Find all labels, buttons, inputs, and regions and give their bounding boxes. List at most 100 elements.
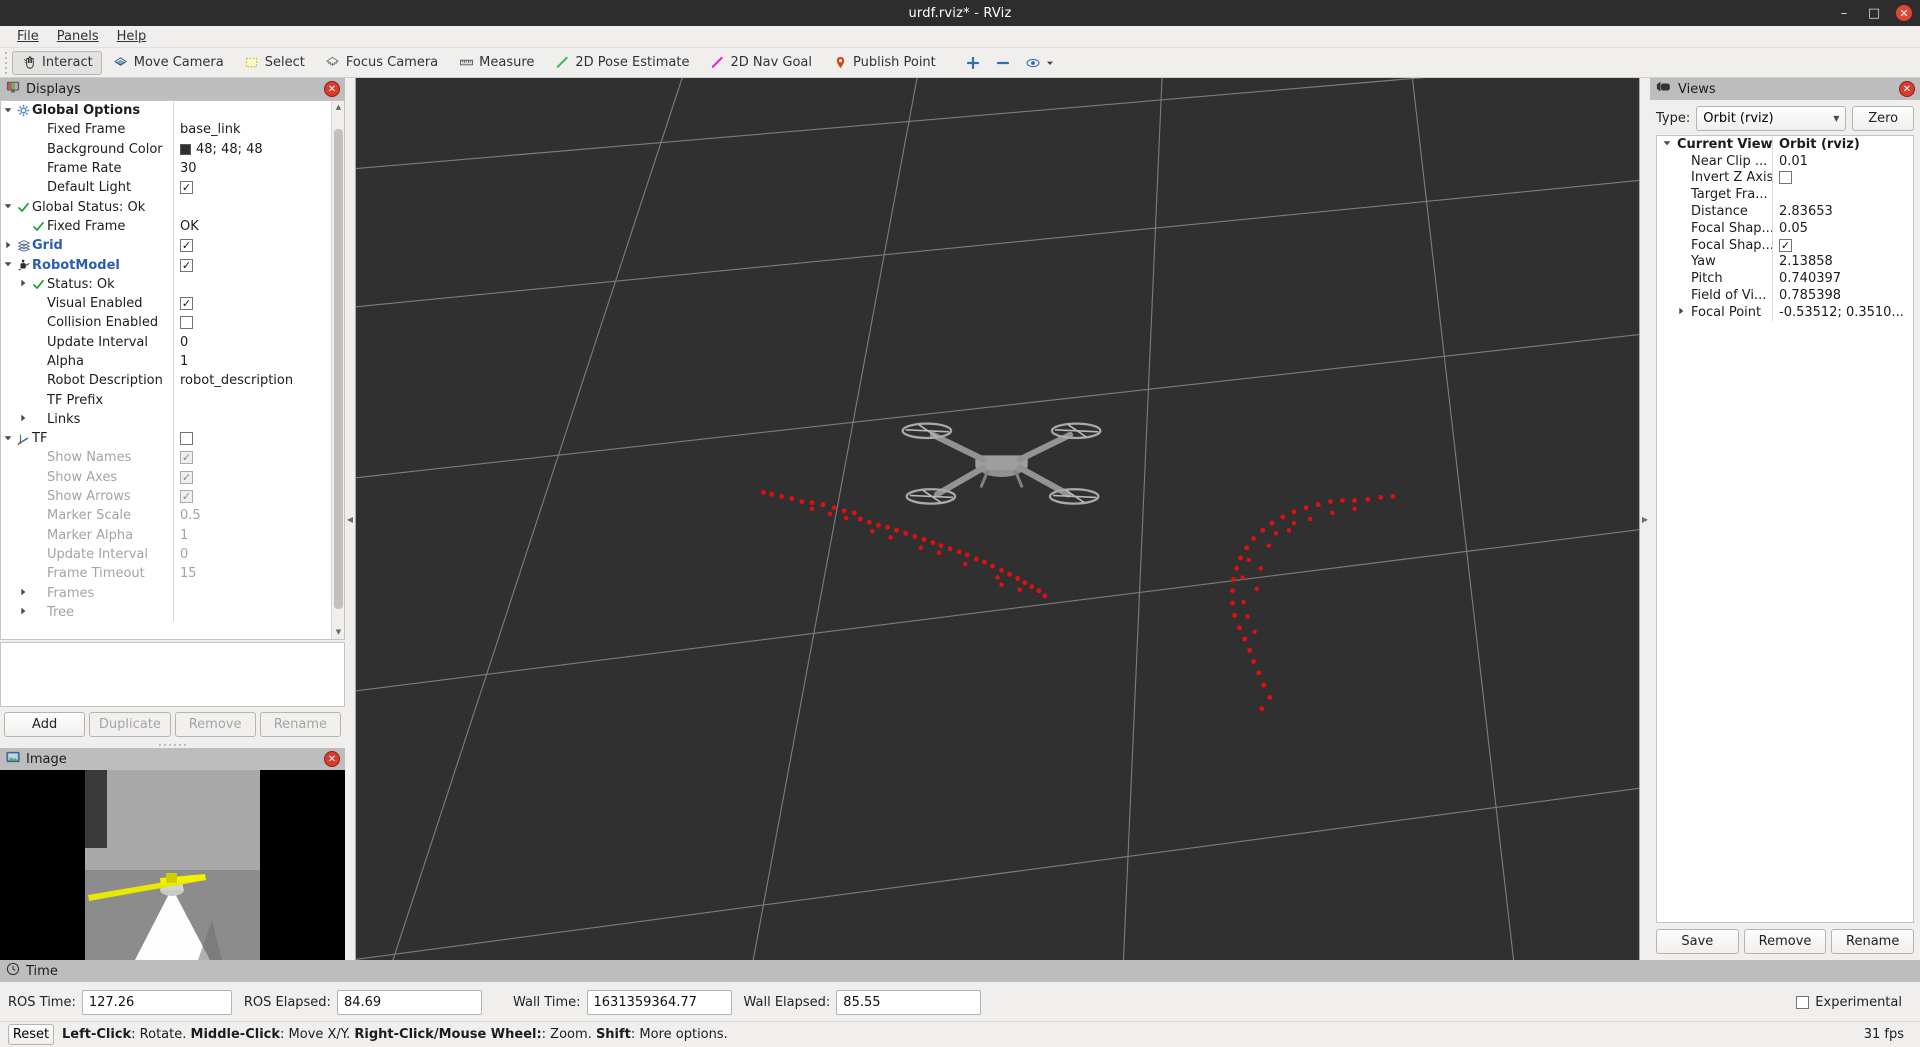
display-row[interactable]: Frame Rate 30	[1, 158, 331, 179]
display-row-value[interactable]: ✓	[173, 293, 331, 314]
color-swatch[interactable]	[180, 143, 191, 155]
view-property-value[interactable]: 0.05	[1772, 219, 1913, 237]
maximize-icon[interactable]: □	[1866, 5, 1882, 21]
save-view-button[interactable]: Save	[1656, 929, 1739, 954]
experimental-toggle[interactable]: Experimental	[1796, 995, 1912, 1010]
display-row[interactable]: Marker Alpha 1	[1, 525, 331, 545]
wall-time-input[interactable]: 1631359364.77	[586, 990, 732, 1015]
row-checkbox[interactable]: ✓	[180, 451, 193, 465]
tool-select[interactable]: Select	[235, 51, 314, 75]
display-row-value[interactable]	[173, 274, 331, 294]
view-property-value[interactable]	[1772, 169, 1913, 187]
menu-file[interactable]: File	[8, 27, 48, 46]
display-row-value[interactable]	[173, 602, 331, 623]
display-row-value[interactable]: OK	[173, 216, 331, 237]
display-row[interactable]: RobotModel ✓	[1, 255, 331, 275]
display-row-value[interactable]: 1	[173, 351, 331, 372]
row-checkbox[interactable]	[1779, 171, 1792, 185]
display-row[interactable]: Frames	[1, 583, 331, 603]
display-row[interactable]: Global Status: Ok	[1, 197, 331, 217]
display-row[interactable]: Background Color 48; 48; 48	[1, 139, 331, 159]
row-checkbox[interactable]: ✓	[180, 239, 193, 253]
tool-move-camera[interactable]: Move Camera	[104, 51, 233, 75]
display-row-value[interactable]	[173, 429, 331, 449]
expand-arrow-icon[interactable]	[16, 279, 30, 289]
scroll-thumb[interactable]	[334, 129, 343, 609]
close-icon[interactable]: ✕	[1896, 5, 1912, 21]
display-row-value[interactable]	[173, 197, 331, 217]
display-row-value[interactable]: ✓	[173, 255, 331, 275]
expand-arrow-icon[interactable]	[16, 414, 30, 424]
expand-arrow-icon[interactable]	[1, 106, 15, 116]
view-property-row[interactable]: Target Fra...	[1657, 186, 1913, 204]
tool-add[interactable]	[959, 51, 987, 75]
image-close-icon[interactable]: ✕	[324, 751, 340, 767]
rename-view-button[interactable]: Rename	[1831, 929, 1915, 954]
display-row-value[interactable]: ✓	[173, 486, 331, 507]
display-row-value[interactable]: 0	[173, 544, 331, 565]
tool-publish-point[interactable]: Publish Point	[823, 51, 945, 75]
reset-button[interactable]: Reset	[8, 1024, 54, 1045]
row-checkbox[interactable]: ✓	[180, 470, 193, 484]
views-close-icon[interactable]: ✕	[1899, 81, 1915, 97]
display-row-value[interactable]	[173, 390, 331, 410]
view-type-select[interactable]: Orbit (rviz) ▼	[1696, 106, 1847, 131]
view-property-value[interactable]: 0.740397	[1772, 270, 1913, 288]
display-row[interactable]: Status: Ok	[1, 274, 331, 294]
minimize-icon[interactable]: –	[1836, 5, 1852, 21]
expand-arrow-icon[interactable]	[1, 241, 15, 251]
display-row-value[interactable]	[173, 409, 331, 430]
tool-focus-camera[interactable]: Focus Camera	[316, 51, 447, 75]
row-checkbox[interactable]	[180, 432, 193, 446]
toolbar-grip[interactable]	[2, 51, 10, 74]
display-row[interactable]: Robot Description robot_description	[1, 371, 331, 391]
tool-remove[interactable]	[989, 51, 1017, 75]
display-row-value[interactable]	[173, 101, 331, 121]
display-row-value[interactable]: base_link	[173, 120, 331, 140]
experimental-checkbox[interactable]	[1796, 996, 1810, 1009]
collapse-left-icon[interactable]: ◀	[347, 515, 353, 524]
view-property-value[interactable]: 2.13858	[1772, 253, 1913, 271]
row-checkbox[interactable]: ✓	[180, 258, 193, 272]
display-row[interactable]: Frame Timeout 15	[1, 564, 331, 584]
display-row[interactable]: Visual Enabled ✓	[1, 293, 331, 314]
wall-elapsed-input[interactable]: 85.55	[836, 990, 982, 1015]
expand-arrow-icon[interactable]	[1, 260, 15, 270]
scroll-up-icon[interactable]: ▲	[332, 101, 344, 114]
display-row[interactable]: Alpha 1	[1, 351, 331, 372]
tool-properties[interactable]	[1019, 51, 1061, 75]
view-property-value[interactable]: -0.53512; 0.3510...	[1772, 303, 1913, 321]
view-property-value[interactable]: Orbit (rviz)	[1772, 136, 1913, 153]
display-row-value[interactable]: ✓	[173, 178, 331, 198]
tool-2d-nav-goal[interactable]: 2D Nav Goal	[700, 51, 821, 75]
view-property-value[interactable]: 0.785398	[1772, 287, 1913, 304]
left-splitter[interactable]: ◀	[345, 78, 355, 960]
row-checkbox[interactable]: ✓	[180, 181, 193, 195]
tool-measure[interactable]: Measure	[449, 51, 543, 75]
expand-arrow-icon[interactable]	[16, 607, 30, 617]
render-view-3d[interactable]	[355, 78, 1640, 960]
ros-time-input[interactable]: 127.26	[81, 990, 232, 1015]
expand-arrow-icon[interactable]	[1, 202, 15, 212]
view-property-row[interactable]: Focal Point -0.53512; 0.3510...	[1657, 303, 1913, 321]
display-row-value[interactable]: 30	[173, 158, 331, 179]
display-row[interactable]: Update Interval 0	[1, 332, 331, 352]
remove-button[interactable]: Remove	[174, 712, 256, 737]
display-row[interactable]: Show Arrows ✓	[1, 486, 331, 507]
view-property-row[interactable]: Pitch 0.740397	[1657, 270, 1913, 288]
expand-arrow-icon[interactable]	[16, 588, 30, 598]
display-row[interactable]: TF	[1, 429, 331, 449]
collapse-right-icon[interactable]: ▶	[1642, 515, 1648, 524]
row-checkbox[interactable]	[180, 316, 193, 330]
row-checkbox[interactable]: ✓	[1779, 238, 1792, 252]
display-row-value[interactable]: robot_description	[173, 371, 331, 391]
display-row-value[interactable]: 48; 48; 48	[173, 139, 331, 159]
display-row[interactable]: Tree	[1, 602, 331, 623]
display-row-value[interactable]	[173, 313, 331, 333]
right-splitter[interactable]: ▶	[1640, 78, 1650, 960]
display-row[interactable]: Show Axes ✓	[1, 467, 331, 487]
display-row[interactable]: Global Options	[1, 101, 331, 121]
rename-button[interactable]: Rename	[259, 712, 341, 737]
duplicate-button[interactable]: Duplicate	[89, 712, 171, 737]
view-property-row[interactable]: Invert Z Axis	[1657, 169, 1913, 187]
